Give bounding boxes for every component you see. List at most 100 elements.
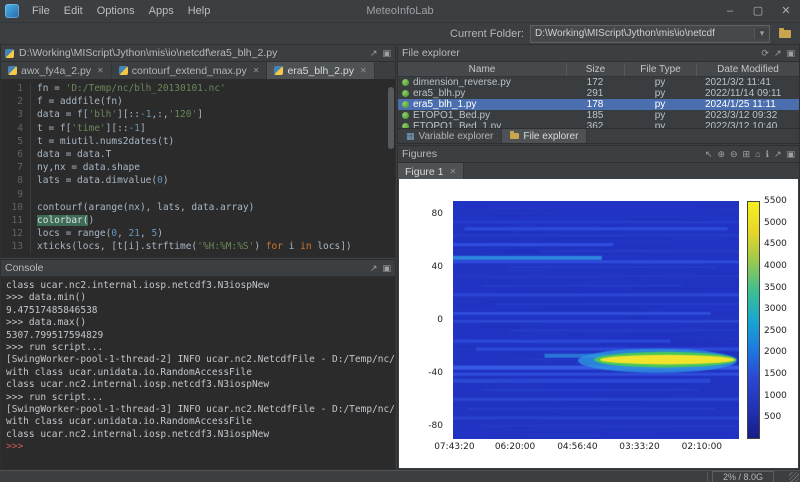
menu-edit[interactable]: Edit	[57, 5, 90, 17]
py-file-icon	[402, 90, 409, 97]
console-line: >>> run script...	[6, 392, 395, 404]
figures-float-icon[interactable]: ↗	[774, 149, 782, 160]
current-folder-combobox[interactable]: D:\Working\MIScript\Jython\mis\io\netcdf…	[530, 25, 770, 43]
line-number: 3	[1, 108, 31, 121]
column-file-type[interactable]: File Type	[624, 63, 696, 76]
line-number: 10	[1, 201, 31, 214]
file-table-header[interactable]: Name Size File Type Date Modified	[398, 62, 799, 77]
browse-folder-button[interactable]	[776, 26, 794, 42]
current-folder-label: Current Folder:	[450, 28, 524, 40]
memory-indicator[interactable]: 2% / 8.0G	[712, 471, 774, 482]
menu-apps[interactable]: Apps	[142, 5, 181, 17]
ytick-label: 0	[437, 315, 443, 325]
console-output[interactable]: class ucar.nc2.internal.iosp.netcdf3.N3i…	[1, 277, 395, 469]
code-line[interactable]: 2f = addfile(fn)	[1, 95, 395, 108]
file-row[interactable]: dimension_reverse.py172py2021/3/2 11:41	[398, 77, 799, 88]
figure-canvas[interactable]	[453, 201, 739, 439]
refresh-icon[interactable]: ⟳	[761, 48, 769, 59]
code-line[interactable]: 10contourf(arange(nx), lats, data.array)	[1, 201, 395, 214]
tab-file-explorer[interactable]: File explorer	[502, 129, 587, 143]
zoom-in-icon[interactable]: ⊕	[717, 149, 725, 160]
tab-label: File explorer	[523, 131, 578, 142]
close-button[interactable]: ✕	[772, 0, 800, 22]
full-extent-icon[interactable]: ⌂	[755, 149, 760, 159]
file-row[interactable]: ETOPO1_Bed.py185py2023/3/12 09:32	[398, 110, 799, 121]
editor-tab[interactable]: era5_blh_2.py ✕	[267, 62, 374, 79]
console-prompt[interactable]: >>>	[6, 441, 395, 453]
py-file-icon	[402, 101, 409, 108]
statusbar: 2% / 8.0G	[0, 470, 800, 482]
minimize-button[interactable]: –	[716, 0, 744, 22]
editor-maximize-icon[interactable]: ▣	[382, 48, 391, 59]
menu-options[interactable]: Options	[90, 5, 142, 17]
ytick-label: -80	[428, 421, 443, 431]
editor-tab[interactable]: contourf_extend_max.py ✕	[112, 62, 268, 79]
line-number: 9	[1, 188, 31, 201]
resize-grip-icon[interactable]	[789, 472, 799, 482]
console-line: class ucar.nc2.internal.iosp.netcdf3.N3i…	[6, 379, 395, 391]
console-line: class ucar.nc2.internal.iosp.netcdf3.N3i…	[6, 429, 395, 441]
editor-float-icon[interactable]: ↗	[370, 48, 378, 59]
code-line[interactable]: 1fn = 'D:/Temp/nc/blh_20130101.nc'	[1, 82, 395, 95]
code-line[interactable]: 12locs = range(0, 21, 5)	[1, 227, 395, 240]
column-size[interactable]: Size	[566, 63, 624, 76]
editor-scrollbar[interactable]	[388, 87, 394, 149]
editor-panel: D:\Working\MIScript\Jython\mis\io\netcdf…	[0, 44, 396, 258]
code-line[interactable]: 7ny,nx = data.shape	[1, 161, 395, 174]
identify-icon[interactable]: ℹ	[766, 149, 769, 160]
console-line: >>> run script...	[6, 342, 395, 354]
folder-icon	[779, 30, 791, 38]
tab-variable-explorer[interactable]: ▦ Variable explorer	[398, 129, 502, 143]
menu-help[interactable]: Help	[181, 5, 218, 17]
tab-close-icon[interactable]: ✕	[360, 66, 367, 75]
file-explorer-maximize-icon[interactable]: ▣	[786, 48, 795, 59]
pointer-icon[interactable]: ↖	[705, 149, 713, 160]
column-date-modified[interactable]: Date Modified	[696, 63, 799, 76]
maximize-button[interactable]: ▢	[744, 0, 772, 22]
pan-icon[interactable]: ⊞	[743, 149, 751, 160]
code-line[interactable]: 8lats = data.dimvalue(0)	[1, 174, 395, 187]
column-name[interactable]: Name	[398, 63, 566, 76]
code-line[interactable]: 11colorbar()	[1, 214, 395, 227]
figure-tab[interactable]: Figure 1 ✕	[398, 163, 464, 180]
console-line: with class ucar.unidata.io.RandomAccessF…	[6, 416, 395, 428]
dropdown-icon[interactable]: ▾	[754, 28, 769, 39]
file-row[interactable]: era5_blh_1.py178py2024/1/25 11:11	[398, 99, 799, 110]
console-maximize-icon[interactable]: ▣	[382, 263, 391, 274]
tab-close-icon[interactable]: ✕	[253, 66, 260, 75]
code-line[interactable]: 4t = f['time'][::-1]	[1, 122, 395, 135]
current-folder-value: D:\Working\MIScript\Jython\mis\io\netcdf	[531, 28, 754, 39]
xtick-label: 07:43:20	[434, 442, 474, 452]
file-explorer-float-icon[interactable]: ↗	[774, 48, 782, 59]
colorbar-tick-label: 4000	[764, 261, 787, 271]
colorbar	[747, 201, 760, 439]
code-line[interactable]: 13xticks(locs, [t[i].strftime('%H:%M:%S'…	[1, 240, 395, 253]
file-row[interactable]: era5_blh.py291py2022/11/14 09:11	[398, 88, 799, 99]
line-number: 11	[1, 214, 31, 227]
ytick-label: -40	[428, 368, 443, 378]
editor-tabbar: awx_fy4a_2.py ✕ contourf_extend_max.py ✕…	[1, 62, 395, 80]
zoom-out-icon[interactable]: ⊖	[730, 149, 738, 160]
editor-tab[interactable]: awx_fy4a_2.py ✕	[1, 62, 112, 79]
figures-title: Figures	[402, 148, 437, 160]
console-line: 9.47517485846538	[6, 305, 395, 317]
line-number: 1	[1, 82, 31, 95]
tab-close-icon[interactable]: ✕	[450, 167, 457, 176]
code-line[interactable]: 5t = miutil.nums2dates(t)	[1, 135, 395, 148]
code-line[interactable]: 3data = f['blh'][::-1,:,'120']	[1, 108, 395, 121]
code-editor[interactable]: 1fn = 'D:/Temp/nc/blh_20130101.nc'2f = a…	[1, 79, 395, 257]
colorbar-tick-label: 2500	[764, 326, 787, 336]
code-line[interactable]: 9	[1, 188, 395, 201]
console-float-icon[interactable]: ↗	[370, 263, 378, 274]
code-line[interactable]: 6data = data.T	[1, 148, 395, 161]
plot-area[interactable]	[453, 201, 739, 439]
line-number: 4	[1, 122, 31, 135]
file-explorer-header: File explorer ⟳ ↗ ▣	[398, 45, 799, 62]
figure-area: 80400-40-80 07:43:2006:20:0004:56:4003:3…	[399, 179, 798, 468]
colorbar-tick-label: 1000	[764, 391, 787, 401]
menu-file[interactable]: File	[25, 5, 57, 17]
python-file-icon	[5, 49, 14, 58]
console-line: 5307.799517594829	[6, 330, 395, 342]
figures-maximize-icon[interactable]: ▣	[786, 149, 795, 160]
tab-close-icon[interactable]: ✕	[97, 66, 104, 75]
